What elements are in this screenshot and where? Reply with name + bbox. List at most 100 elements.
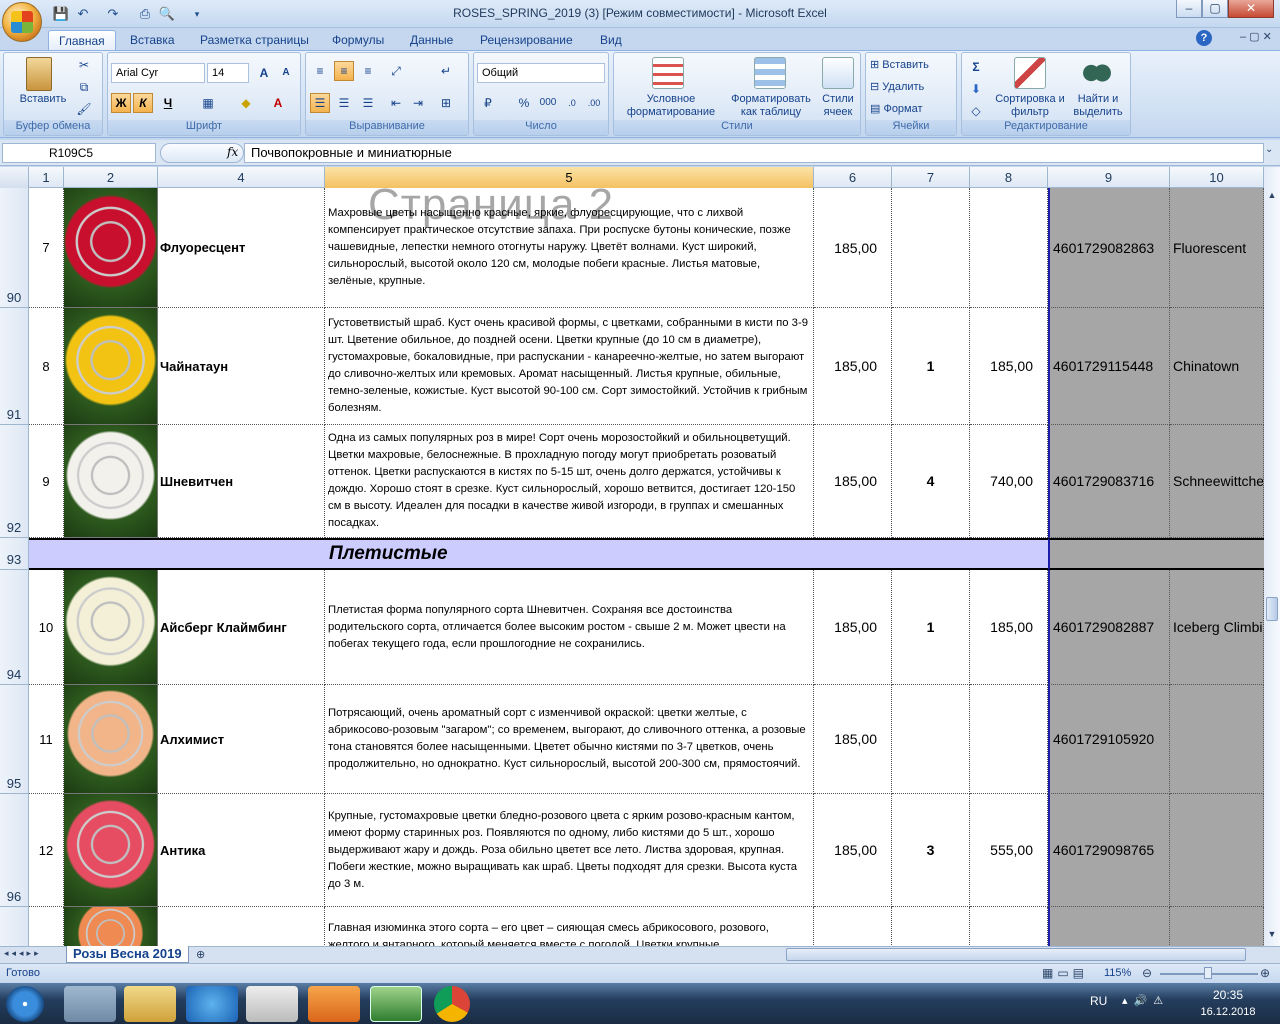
cell-latin-name[interactable]: Chinatown: [1170, 308, 1264, 425]
row-header[interactable]: 96: [0, 794, 29, 907]
shrink-font-icon[interactable]: A: [276, 63, 296, 83]
paint-icon[interactable]: [246, 986, 298, 1022]
close-button[interactable]: ✕: [1228, 0, 1274, 18]
cell-barcode[interactable]: 4601729105920: [1048, 685, 1170, 794]
align-left-icon[interactable]: ☰: [310, 93, 330, 113]
help-icon[interactable]: ?: [1196, 30, 1212, 46]
cell-description[interactable]: Главная изюминка этого сорта – его цвет …: [325, 907, 814, 946]
cell-price[interactable]: 185,00: [814, 794, 892, 907]
cell-sum[interactable]: [970, 685, 1048, 794]
cell-description[interactable]: Крупные, густомахровые цветки бледно-роз…: [325, 794, 814, 907]
cell-barcode[interactable]: 4601729082863: [1048, 188, 1170, 308]
tab-view[interactable]: Вид: [590, 30, 632, 50]
zoom-in-icon[interactable]: ⊕: [1260, 966, 1270, 980]
percent-button[interactable]: %: [514, 93, 534, 113]
cell-latin-name[interactable]: [1170, 794, 1264, 907]
office-button[interactable]: [2, 2, 42, 42]
format-as-table-button[interactable]: Форматировать как таблицу: [726, 93, 816, 119]
cell-sum[interactable]: [970, 188, 1048, 308]
cell-quantity[interactable]: 1: [892, 570, 970, 685]
paste-button[interactable]: Вставить: [8, 93, 78, 106]
row-header[interactable]: 92: [0, 425, 29, 538]
cell-barcode[interactable]: 4601729082887: [1048, 570, 1170, 685]
cell-sum[interactable]: 740,00: [970, 425, 1048, 538]
cell-latin-name[interactable]: Iceberg Climbing: [1170, 570, 1264, 685]
align-center-icon[interactable]: ☰: [334, 93, 354, 113]
row-header[interactable]: 93: [0, 538, 29, 570]
increase-indent-icon[interactable]: ⇥: [408, 93, 428, 113]
cell-sum[interactable]: [970, 907, 1048, 946]
vertical-scrollbar[interactable]: ▲ ▼: [1264, 167, 1280, 946]
cell-number[interactable]: 11: [29, 685, 64, 794]
cell-name[interactable]: Айсберг Клаймбинг: [158, 570, 325, 685]
merge-cells-icon[interactable]: ⊞: [436, 93, 456, 113]
cell-sum[interactable]: 185,00: [970, 570, 1048, 685]
cell-number[interactable]: 8: [29, 308, 64, 425]
scroll-thumb[interactable]: [1266, 597, 1278, 621]
font-name-combobox[interactable]: Arial Cyr: [111, 63, 205, 83]
tab-formulas[interactable]: Формулы: [322, 30, 394, 50]
cell-name[interactable]: Алхимист: [158, 685, 325, 794]
orientation-icon[interactable]: ⤢: [386, 61, 406, 81]
name-box[interactable]: R109C5: [2, 143, 156, 163]
chrome-icon[interactable]: [434, 986, 470, 1022]
cell-number[interactable]: 9: [29, 425, 64, 538]
cell-description[interactable]: Одна из самых популярных роз в мире! Сор…: [325, 425, 814, 538]
view-buttons-icon[interactable]: ▦▭▤: [1042, 966, 1088, 980]
cell-styles-icon[interactable]: [822, 57, 854, 89]
cell-price[interactable]: 185,00: [814, 570, 892, 685]
format-as-table-icon[interactable]: [754, 57, 786, 89]
clock-time[interactable]: 20:35: [1196, 988, 1260, 1002]
cell-description[interactable]: Потрясающий, очень ароматный сорт с изме…: [325, 685, 814, 794]
cell-latin-name[interactable]: Schneewittchen: [1170, 425, 1264, 538]
increase-decimal-icon[interactable]: .0: [562, 93, 582, 113]
cell-quantity[interactable]: 1: [892, 308, 970, 425]
font-color-icon[interactable]: A: [268, 93, 288, 113]
row-header[interactable]: [0, 907, 29, 946]
cell-barcode[interactable]: 4601729115448: [1048, 308, 1170, 425]
maximize-button[interactable]: ▢: [1202, 0, 1228, 18]
horizontal-scroll-thumb[interactable]: [786, 948, 1246, 961]
insert-cells-button[interactable]: ⊞ Вставить: [870, 59, 954, 72]
sheet-nav-arrows-icon[interactable]: ◂◂◂▸▸: [4, 948, 42, 959]
cell-name[interactable]: [158, 907, 325, 946]
row-header[interactable]: 94: [0, 570, 29, 685]
find-select-icon[interactable]: [1080, 57, 1112, 89]
italic-button[interactable]: К: [133, 93, 153, 113]
col-header-10[interactable]: 10: [1170, 167, 1264, 188]
grow-font-icon[interactable]: A: [254, 63, 274, 83]
expand-formula-icon[interactable]: ⌄: [1265, 144, 1273, 155]
paste-icon[interactable]: [26, 57, 52, 91]
cell-latin-name[interactable]: [1170, 685, 1264, 794]
internet-explorer-icon[interactable]: [186, 986, 238, 1022]
cell-sum[interactable]: 555,00: [970, 794, 1048, 907]
cell-quantity[interactable]: [892, 907, 970, 946]
cell-quantity[interactable]: [892, 685, 970, 794]
minimize-button[interactable]: –: [1176, 0, 1202, 18]
col-header-7[interactable]: 7: [892, 167, 970, 188]
workbook-window-controls[interactable]: – ▢ ✕: [1240, 30, 1272, 43]
col-header-6[interactable]: 6: [814, 167, 892, 188]
cell-price[interactable]: 185,00: [814, 685, 892, 794]
cell-description[interactable]: Плетистая форма популярного сорта Шневит…: [325, 570, 814, 685]
cell-name[interactable]: Флуоресцент: [158, 188, 325, 308]
row-header[interactable]: 95: [0, 685, 29, 794]
col-header-4[interactable]: 4: [158, 167, 325, 188]
cell-price[interactable]: [814, 907, 892, 946]
cell-description[interactable]: Густоветвистый шраб. Куст очень красивой…: [325, 308, 814, 425]
sort-filter-icon[interactable]: [1014, 57, 1046, 89]
format-painter-icon[interactable]: 🖌: [74, 99, 94, 119]
number-format-combobox[interactable]: Общий: [477, 63, 605, 83]
borders-icon[interactable]: ▦: [198, 93, 218, 113]
scroll-up-icon[interactable]: ▲: [1265, 190, 1279, 204]
align-bottom-icon[interactable]: ≡: [358, 61, 378, 81]
cell-quantity[interactable]: 3: [892, 794, 970, 907]
scroll-down-icon[interactable]: ▼: [1265, 929, 1279, 943]
find-select-button[interactable]: Найти и выделить: [1068, 93, 1128, 119]
cell-styles-button[interactable]: Стили ячеек: [816, 93, 860, 119]
explorer-icon[interactable]: [124, 986, 176, 1022]
autosum-button[interactable]: Σ: [966, 57, 986, 77]
cell-sum[interactable]: 185,00: [970, 308, 1048, 425]
cell-name[interactable]: Чайнатаун: [158, 308, 325, 425]
cell-number[interactable]: [29, 907, 64, 946]
